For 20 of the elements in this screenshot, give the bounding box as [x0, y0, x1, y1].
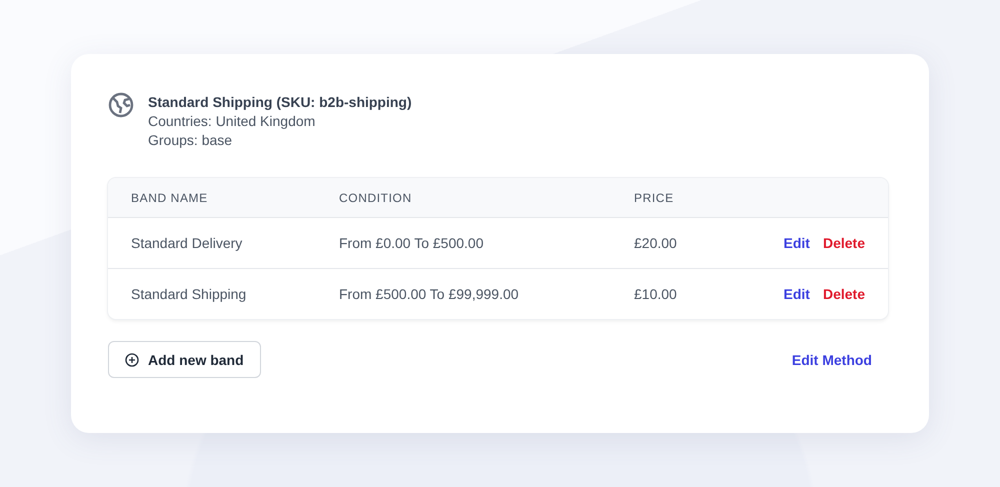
table-cell-text: From £0.00 To £500.00 — [339, 235, 485, 251]
delete-link[interactable]: Delete — [822, 235, 865, 251]
table-cell-text: £10.00 — [634, 286, 678, 302]
column-header: CONDITION — [339, 190, 413, 204]
edit-link[interactable]: Edit — [784, 286, 810, 302]
edit-method-link[interactable]: Edit Method — [792, 352, 872, 368]
globe-icon — [108, 92, 134, 118]
table-cell-text: Standard Shipping — [131, 286, 248, 302]
method-detail: Countries: United Kingdom — [148, 113, 316, 129]
delete-link[interactable]: Delete — [822, 286, 865, 302]
table-cell-text: Standard Delivery — [131, 235, 244, 251]
add-band-button[interactable]: Add new band — [108, 341, 261, 378]
edit-link[interactable]: Edit — [784, 235, 810, 251]
table-cell-text: £20.00 — [634, 235, 678, 251]
table-cell-text: From £500.00 To £99,999.00 — [339, 286, 520, 302]
method-title: Standard Shipping (SKU: b2b-shipping) — [148, 94, 412, 110]
column-header: BAND NAME — [131, 190, 209, 204]
column-header: PRICE — [634, 190, 675, 204]
method-detail: Groups: base — [148, 132, 234, 148]
plus-circle-icon — [125, 352, 139, 366]
